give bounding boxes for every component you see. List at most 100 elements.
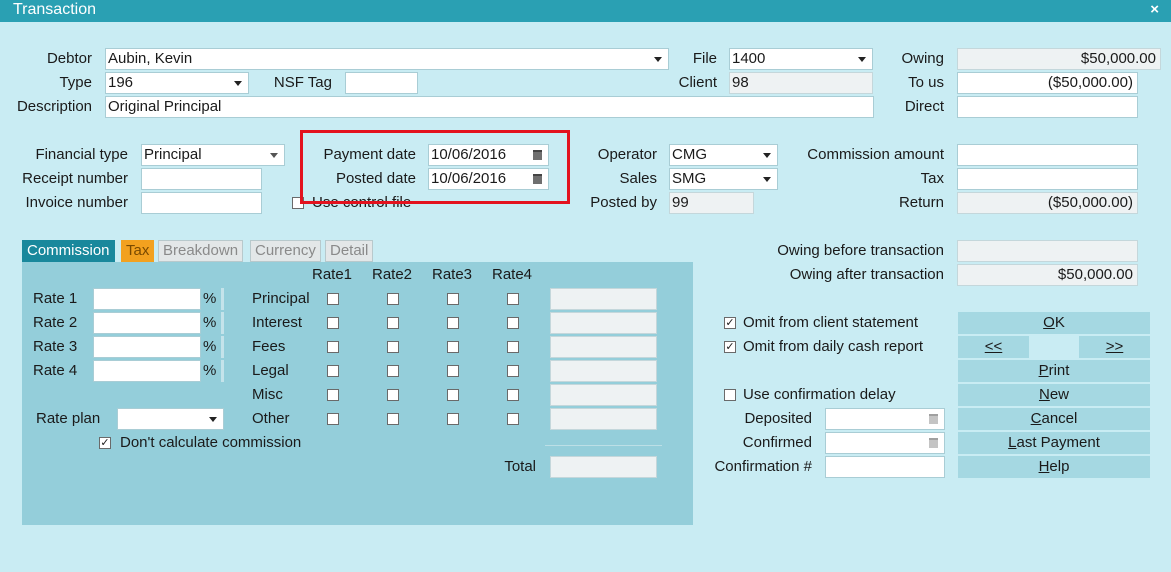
type-dropdown[interactable]: 196 (105, 72, 249, 94)
tab-detail[interactable]: Detail (325, 240, 374, 262)
financial-type-value: Principal (144, 146, 202, 163)
direct-input[interactable] (957, 96, 1138, 118)
principal-rate1-checkbox[interactable] (327, 293, 339, 305)
legal-rate4-checkbox[interactable] (507, 365, 519, 377)
row-label-fees: Fees (252, 338, 286, 355)
other-rate2-checkbox[interactable] (387, 413, 399, 425)
misc-rate3-checkbox[interactable] (447, 389, 459, 401)
tax-input[interactable] (957, 168, 1138, 190)
rate-2-label: Rate 2 (33, 314, 78, 331)
other-rate4-checkbox[interactable] (507, 413, 519, 425)
rate-3-input[interactable] (93, 336, 201, 358)
omit-daily-cash-checkbox[interactable]: ✓ (724, 341, 736, 353)
sales-value: SMG (672, 170, 707, 187)
calendar-icon[interactable] (929, 438, 938, 448)
financial-type-label: Financial type (35, 146, 128, 163)
owing-after-label: Owing after transaction (789, 266, 944, 283)
tax-label: Tax (920, 170, 944, 187)
tab-tax[interactable]: Tax (121, 240, 155, 262)
cancel-button[interactable]: Cancel (958, 408, 1150, 430)
legal-rate1-checkbox[interactable] (327, 365, 339, 377)
row-label-principal: Principal (252, 290, 310, 307)
commission-amount-input[interactable] (957, 144, 1138, 166)
fees-rate3-checkbox[interactable] (447, 341, 459, 353)
confirmed-date-input[interactable] (825, 432, 945, 454)
other-rate1-checkbox[interactable] (327, 413, 339, 425)
commission-amount-label: Commission amount (807, 146, 944, 163)
confirmation-number-input[interactable] (825, 456, 945, 478)
operator-dropdown[interactable]: CMG (669, 144, 778, 166)
rate-3-label: Rate 3 (33, 338, 78, 355)
financial-type-dropdown[interactable]: Principal (141, 144, 285, 166)
description-input[interactable]: Original Principal (105, 96, 874, 118)
owing-before-label: Owing before transaction (777, 242, 944, 259)
misc-rate4-checkbox[interactable] (507, 389, 519, 401)
sales-dropdown[interactable]: SMG (669, 168, 778, 190)
deposited-label: Deposited (744, 410, 812, 427)
principal-rate2-checkbox[interactable] (387, 293, 399, 305)
return-label: Return (898, 194, 944, 211)
fees-rate1-checkbox[interactable] (327, 341, 339, 353)
file-dropdown[interactable]: 1400 (729, 48, 873, 70)
interest-rate1-checkbox[interactable] (327, 317, 339, 329)
total-label: Total (504, 458, 536, 475)
rate-1-input[interactable] (93, 288, 201, 310)
close-icon[interactable]: × (1150, 1, 1159, 18)
tab-breakdown[interactable]: Breakdown (158, 240, 244, 262)
calendar-icon[interactable] (929, 414, 938, 424)
percent-sign: % (203, 314, 217, 331)
new-button[interactable]: New (958, 384, 1150, 406)
column-header-rate1: Rate1 (312, 266, 353, 283)
chevron-down-icon (270, 153, 278, 158)
interest-rate2-checkbox[interactable] (387, 317, 399, 329)
misc-rate1-checkbox[interactable] (327, 389, 339, 401)
rate-plan-dropdown[interactable] (117, 408, 224, 430)
misc-rate2-checkbox[interactable] (387, 389, 399, 401)
title-bar: Transaction × (0, 0, 1171, 22)
dont-calculate-commission-checkbox[interactable]: ✓ (99, 437, 111, 449)
previous-button[interactable]: << (958, 336, 1029, 358)
separator (221, 288, 224, 310)
tab-currency[interactable]: Currency (250, 240, 321, 262)
operator-label: Operator (597, 146, 657, 163)
principal-rate3-checkbox[interactable] (447, 293, 459, 305)
chevron-down-icon (763, 153, 771, 158)
debtor-dropdown[interactable]: Aubin, Kevin (105, 48, 669, 70)
debtor-label: Debtor (46, 50, 92, 67)
principal-total-field (550, 288, 657, 310)
ok-button[interactable]: OK (958, 312, 1150, 334)
return-field: ($50,000.00) (957, 192, 1138, 214)
legal-rate3-checkbox[interactable] (447, 365, 459, 377)
percent-sign: % (203, 290, 217, 307)
grand-total-field (550, 456, 657, 478)
type-label: Type (59, 74, 92, 91)
next-button[interactable]: >> (1079, 336, 1150, 358)
print-button[interactable]: Print (958, 360, 1150, 382)
principal-rate4-checkbox[interactable] (507, 293, 519, 305)
omit-client-statement-checkbox[interactable]: ✓ (724, 317, 736, 329)
interest-rate3-checkbox[interactable] (447, 317, 459, 329)
interest-rate4-checkbox[interactable] (507, 317, 519, 329)
to-us-input[interactable]: ($50,000.00) (957, 72, 1138, 94)
invoice-number-input[interactable] (141, 192, 262, 214)
help-button[interactable]: Help (958, 456, 1150, 478)
to-us-label: To us (908, 74, 944, 91)
rate-4-input[interactable] (93, 360, 201, 382)
rate-4-label: Rate 4 (33, 362, 78, 379)
legal-rate2-checkbox[interactable] (387, 365, 399, 377)
owing-after-field: $50,000.00 (957, 264, 1138, 286)
last-payment-button[interactable]: Last Payment (958, 432, 1150, 454)
fees-rate2-checkbox[interactable] (387, 341, 399, 353)
omit-daily-cash-label: Omit from daily cash report (743, 338, 924, 355)
fees-rate4-checkbox[interactable] (507, 341, 519, 353)
rate-2-input[interactable] (93, 312, 201, 334)
interest-total-field (550, 312, 657, 334)
deposited-date-input[interactable] (825, 408, 945, 430)
file-value: 1400 (732, 50, 766, 67)
receipt-number-input[interactable] (141, 168, 262, 190)
client-field: 98 (729, 72, 873, 94)
nsf-tag-input[interactable] (345, 72, 418, 94)
tab-commission[interactable]: Commission (22, 240, 115, 262)
other-rate3-checkbox[interactable] (447, 413, 459, 425)
use-confirmation-delay-checkbox[interactable] (724, 389, 736, 401)
